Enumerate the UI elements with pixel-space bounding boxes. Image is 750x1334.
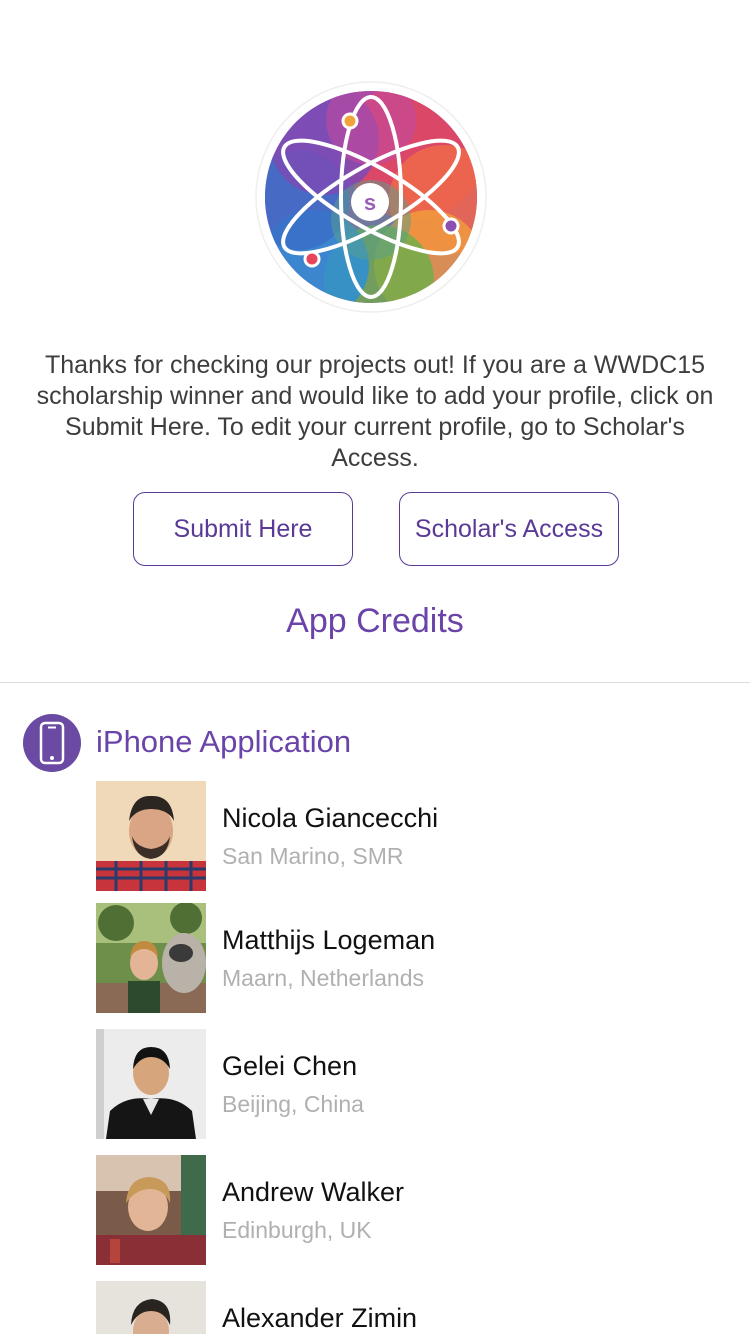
atom-logo-icon: s	[255, 81, 487, 313]
person-name: Gelei Chen	[222, 1051, 358, 1081]
person-name: Matthijs Logeman	[222, 925, 436, 955]
person-location: Beijing, China	[222, 1091, 364, 1117]
list-item[interactable]: Andrew Walker Edinburgh, UK	[96, 1155, 750, 1265]
avatar	[96, 1029, 206, 1139]
person-location: Maarn, Netherlands	[222, 965, 424, 991]
list-item[interactable]: Nicola Giancecchi San Marino, SMR	[96, 781, 750, 891]
scholars-logo: s	[254, 80, 488, 314]
list-item[interactable]: Gelei Chen Beijing, China	[96, 1029, 750, 1139]
iphone-icon	[23, 714, 81, 772]
avatar	[96, 1155, 206, 1265]
list-item[interactable]: Matthijs Logeman Maarn, Netherlands	[96, 903, 750, 1013]
section-divider	[0, 682, 750, 683]
person-name: Andrew Walker	[222, 1177, 405, 1207]
submit-here-button[interactable]: Submit Here	[133, 492, 353, 566]
list-item[interactable]: Alexander Zimin	[96, 1281, 750, 1334]
avatar	[96, 903, 206, 1013]
avatar	[96, 781, 206, 891]
scholars-access-button[interactable]: Scholar's Access	[399, 492, 619, 566]
app-credits-title: App Credits	[286, 602, 464, 640]
person-location: Edinburgh, UK	[222, 1217, 372, 1243]
credits-screen: s Thanks for checking our projects out! …	[0, 0, 750, 1334]
logo-letter: s	[364, 190, 376, 215]
section-title-iphone-application: iPhone Application	[96, 724, 352, 759]
person-location: San Marino, SMR	[222, 843, 404, 869]
avatar	[96, 1281, 206, 1334]
intro-text: Thanks for checking our projects out! If…	[36, 351, 714, 472]
person-name: Alexander Zimin	[222, 1303, 418, 1333]
person-name: Nicola Giancecchi	[222, 803, 439, 833]
